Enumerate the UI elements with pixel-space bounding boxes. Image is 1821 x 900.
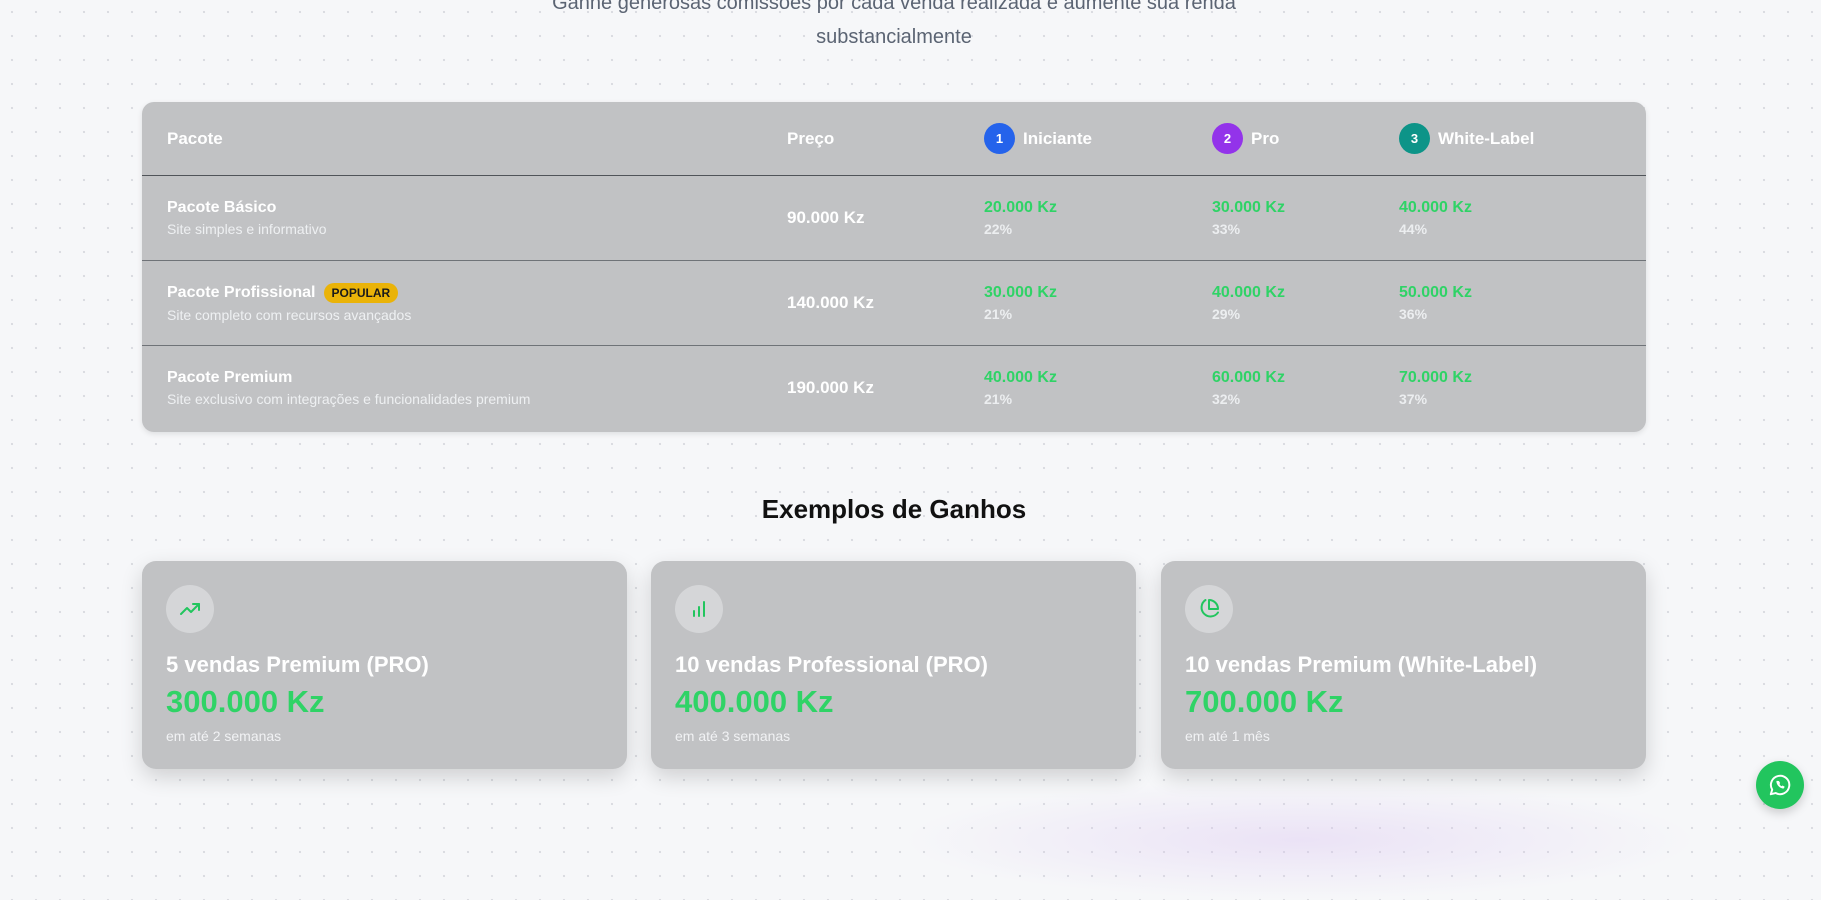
earnings-card-period: em até 2 semanas bbox=[166, 728, 282, 744]
package-cell: Pacote Profissional POPULAR Site complet… bbox=[167, 261, 411, 345]
column-header-tier-pro: 2 Pro bbox=[1212, 102, 1279, 175]
commission-cell-iniciante: 30.000 Kz 21% bbox=[984, 261, 1057, 345]
commission-cell-iniciante: 40.000 Kz 21% bbox=[984, 346, 1057, 430]
examples-title: Exemplos de Ganhos bbox=[761, 494, 1027, 524]
package-cell: Pacote Básico Site simples e informativo bbox=[167, 176, 327, 260]
package-name-text: Pacote Básico bbox=[167, 199, 277, 216]
whatsapp-icon bbox=[1767, 772, 1793, 798]
tier-label: White-Label bbox=[1438, 128, 1535, 148]
table-row-pacote-premium: Pacote Premium Site exclusivo com integr… bbox=[142, 346, 1646, 430]
earnings-card-period: em até 1 mês bbox=[1185, 728, 1270, 744]
commission-percent: 29% bbox=[1212, 306, 1241, 322]
commission-amount: 40.000 Kz bbox=[1212, 284, 1285, 301]
tier-number-badge: 1 bbox=[984, 123, 1015, 154]
commission-cell-white-label: 70.000 Kz 37% bbox=[1399, 346, 1472, 430]
commission-cell-pro: 60.000 Kz 32% bbox=[1212, 346, 1285, 430]
commission-amount: 50.000 Kz bbox=[1399, 284, 1472, 301]
package-price: 90.000 Kz bbox=[787, 208, 865, 227]
commission-amount: 30.000 Kz bbox=[1212, 199, 1285, 216]
commission-cell-pro: 40.000 Kz 29% bbox=[1212, 261, 1285, 345]
popular-badge: POPULAR bbox=[323, 283, 399, 303]
subtitle-line-2: substancialmente bbox=[816, 26, 972, 48]
pie-chart-icon bbox=[1185, 585, 1233, 633]
commission-percent: 44% bbox=[1399, 221, 1428, 237]
column-header-tier-iniciante: 1 Iniciante bbox=[984, 102, 1092, 175]
column-header-tier-white-label: 3 White-Label bbox=[1399, 102, 1534, 175]
commission-table: Pacote Preço 1 Iniciante 2 Pro 3 White-L… bbox=[142, 102, 1646, 432]
background-glow bbox=[900, 780, 1700, 900]
commission-percent: 37% bbox=[1399, 391, 1428, 407]
package-price: 190.000 Kz bbox=[787, 378, 874, 397]
earnings-card-period: em até 3 semanas bbox=[675, 728, 791, 744]
package-name: Pacote Profissional POPULAR bbox=[167, 283, 411, 303]
package-description: Site simples e informativo bbox=[167, 221, 327, 237]
commission-percent: 21% bbox=[984, 391, 1013, 407]
table-row-pacote-profissional: Pacote Profissional POPULAR Site complet… bbox=[142, 261, 1646, 346]
tier-label: Iniciante bbox=[1023, 128, 1092, 148]
commission-cell-white-label: 40.000 Kz 44% bbox=[1399, 176, 1472, 260]
package-description: Site completo com recursos avançados bbox=[167, 307, 412, 323]
tier-label: Pro bbox=[1251, 128, 1280, 148]
commission-amount: 70.000 Kz bbox=[1399, 369, 1472, 386]
commission-amount: 20.000 Kz bbox=[984, 199, 1057, 216]
commission-percent: 33% bbox=[1212, 221, 1241, 237]
earnings-card-title: 5 vendas Premium (PRO) bbox=[166, 652, 429, 677]
earnings-card-premium-white-label: 10 vendas Premium (White-Label) 700.000 … bbox=[1161, 561, 1646, 769]
package-name: Pacote Básico bbox=[167, 199, 327, 217]
tier-number-badge: 3 bbox=[1399, 123, 1430, 154]
commission-amount: 40.000 Kz bbox=[984, 369, 1057, 386]
commission-percent: 36% bbox=[1399, 306, 1428, 322]
whatsapp-button[interactable] bbox=[1756, 761, 1804, 809]
commission-cell-iniciante: 20.000 Kz 22% bbox=[984, 176, 1057, 260]
package-price: 140.000 Kz bbox=[787, 293, 874, 312]
commission-cell-pro: 30.000 Kz 33% bbox=[1212, 176, 1285, 260]
earnings-card-amount: 400.000 Kz bbox=[675, 684, 834, 719]
commission-amount: 60.000 Kz bbox=[1212, 369, 1285, 386]
subtitle-line-1: Ganhe generosas comissões por cada venda… bbox=[552, 0, 1236, 14]
commission-cell-white-label: 50.000 Kz 36% bbox=[1399, 261, 1472, 345]
commission-amount: 30.000 Kz bbox=[984, 284, 1057, 301]
price-cell: 90.000 Kz bbox=[787, 176, 865, 260]
earnings-card-title: 10 vendas Premium (White-Label) bbox=[1185, 652, 1538, 677]
package-name-text: Pacote Profissional bbox=[167, 284, 316, 301]
column-header-price: Preço bbox=[787, 128, 835, 148]
package-name-text: Pacote Premium bbox=[167, 369, 293, 386]
bar-chart-icon bbox=[675, 585, 723, 633]
earnings-card-amount: 700.000 Kz bbox=[1185, 684, 1344, 719]
earnings-card-title: 10 vendas Professional (PRO) bbox=[675, 652, 988, 677]
package-name: Pacote Premium bbox=[167, 369, 530, 387]
section-subtitle: Ganhe generosas comissões por cada venda… bbox=[0, 0, 1788, 54]
earnings-card-premium-pro: 5 vendas Premium (PRO) 300.000 Kz em até… bbox=[142, 561, 627, 769]
commission-percent: 22% bbox=[984, 221, 1013, 237]
commission-percent: 21% bbox=[984, 306, 1013, 322]
trending-up-icon bbox=[166, 585, 214, 633]
table-header-row: Pacote Preço 1 Iniciante 2 Pro 3 White-L… bbox=[142, 102, 1646, 176]
column-header-package: Pacote bbox=[167, 128, 223, 148]
package-description: Site exclusivo com integrações e funcion… bbox=[167, 391, 531, 407]
price-cell: 190.000 Kz bbox=[787, 346, 874, 430]
package-cell: Pacote Premium Site exclusivo com integr… bbox=[167, 346, 530, 430]
commission-percent: 32% bbox=[1212, 391, 1241, 407]
earnings-card-professional-pro: 10 vendas Professional (PRO) 400.000 Kz … bbox=[651, 561, 1136, 769]
price-cell: 140.000 Kz bbox=[787, 261, 874, 345]
commission-amount: 40.000 Kz bbox=[1399, 199, 1472, 216]
table-row-pacote-basico: Pacote Básico Site simples e informativo… bbox=[142, 176, 1646, 261]
tier-number-badge: 2 bbox=[1212, 123, 1243, 154]
earnings-card-amount: 300.000 Kz bbox=[166, 684, 325, 719]
